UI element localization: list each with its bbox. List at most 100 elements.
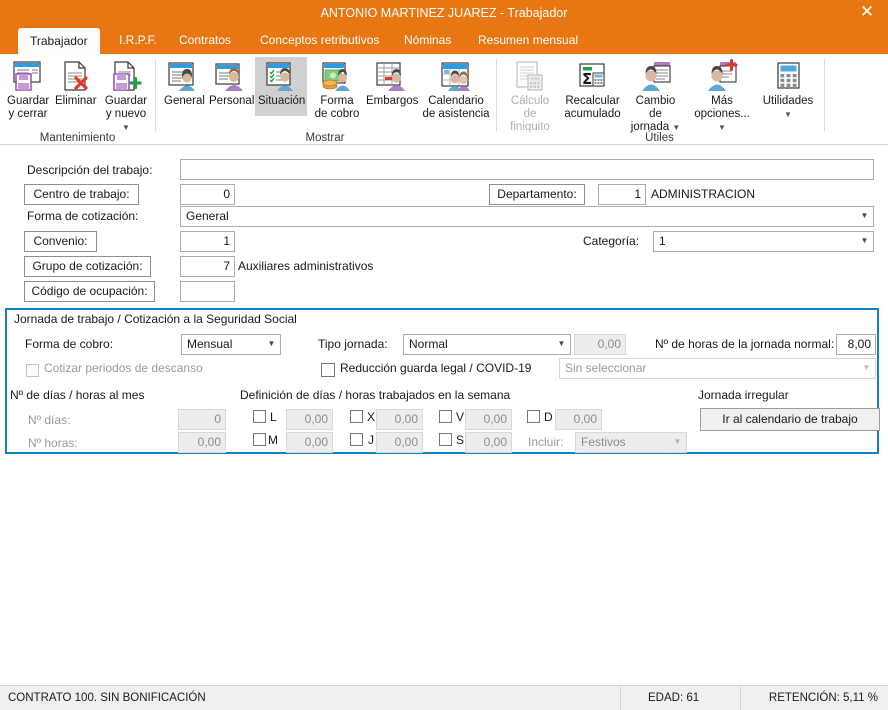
ribbon-label-line2: y nuevo ▼ — [99, 108, 153, 134]
tipo-jornada-select[interactable]: Normal ▼ — [403, 334, 571, 355]
status-contrato: CONTRATO 100. SIN BONIFICACIÓN — [8, 692, 206, 704]
reduccion-guarda-legal-checkbox[interactable] — [321, 363, 335, 377]
chevron-down-icon: ▼ — [862, 363, 871, 372]
dia-j-input: 0,00 — [376, 432, 423, 453]
forma-cobro-select[interactable]: Mensual ▼ — [181, 334, 281, 355]
settlement-calc-icon — [500, 57, 560, 95]
save-new-icon — [99, 57, 153, 95]
convenio-button[interactable]: Convenio: — [24, 231, 97, 252]
chevron-down-icon[interactable]: ▼ — [856, 207, 873, 226]
dia-s-checkbox[interactable] — [439, 433, 452, 446]
ribbon-label-text: opciones... — [694, 108, 750, 120]
dias-horas-mes-header: Nº de días / horas al mes — [10, 388, 145, 402]
cotizar-descanso-checkbox — [26, 364, 39, 377]
incluir-label: Incluir: — [528, 435, 564, 449]
ribbon-button-guardar-y-nuevo[interactable]: Guardar y nuevo ▼ — [99, 57, 153, 134]
dia-v-checkbox[interactable] — [439, 410, 452, 423]
codigo-ocupacion-input[interactable] — [180, 281, 235, 302]
departamento-input[interactable]: 1 — [598, 184, 646, 205]
cotizar-descanso-label: Cotizar periodos de descanso — [44, 361, 203, 375]
general-person-icon — [161, 57, 205, 95]
personal-person-icon — [206, 57, 253, 95]
ir-calendario-trabajo-button[interactable]: Ir al calendario de trabajo — [700, 408, 880, 431]
dia-d-checkbox[interactable] — [527, 410, 540, 423]
ribbon-button-cambio-jornada[interactable]: Cambio de jornada ▼ — [625, 57, 686, 134]
ribbon-button-mas-opciones[interactable]: Más opciones... ▼ — [687, 57, 757, 134]
dia-m-checkbox[interactable] — [253, 433, 266, 446]
close-icon[interactable]: ✕ — [850, 0, 884, 26]
chevron-down-icon[interactable]: ▼ — [784, 110, 792, 119]
tab-conceptos-retributivos[interactable]: Conceptos retributivos — [248, 26, 391, 54]
ribbon-group-label-mostrar: Mostrar — [305, 132, 345, 144]
centro-trabajo-input[interactable]: 0 — [180, 184, 235, 205]
tipo-jornada-label: Tipo jornada: — [318, 337, 388, 351]
dia-v-input: 0,00 — [465, 409, 512, 430]
codigo-ocupacion-button[interactable]: Código de ocupación: — [24, 281, 155, 302]
tab-resumen-mensual[interactable]: Resumen mensual — [466, 26, 590, 54]
ribbon-button-guardar-y-cerrar[interactable]: Guardar y cerrar — [4, 57, 52, 121]
horas-jornada-normal-label: Nº de horas de la jornada normal: — [655, 337, 835, 351]
ribbon-label-line1: Cálculo de — [510, 95, 550, 120]
incluir-value: Festivos — [581, 435, 626, 449]
tab-trabajador[interactable]: Trabajador — [18, 28, 100, 54]
categoria-select[interactable]: 1 ▼ — [653, 231, 874, 252]
tab-contratos[interactable]: Contratos — [167, 26, 243, 54]
departamento-name: ADMINISTRACION — [651, 187, 756, 201]
chevron-down-icon[interactable]: ▼ — [122, 123, 130, 132]
dia-s-input: 0,00 — [465, 432, 512, 453]
attendance-calendar-icon — [418, 57, 494, 95]
forma-cotizacion-select[interactable]: General ▼ — [180, 206, 874, 227]
jornada-panel-title: Jornada de trabajo / Cotización a la Seg… — [14, 312, 297, 326]
grupo-cotizacion-input[interactable]: 7 — [180, 256, 235, 277]
convenio-input[interactable]: 1 — [180, 231, 235, 252]
jornada-irregular-header: Jornada irregular — [698, 388, 789, 402]
n-horas-label: Nº horas: — [28, 436, 78, 450]
ribbon-button-embargos[interactable]: Embargos — [363, 57, 419, 108]
ribbon-button-general[interactable]: General — [161, 57, 205, 108]
grupo-cotizacion-name: Auxiliares administrativos — [238, 259, 374, 273]
sum-recalc-icon: Σ — [561, 57, 624, 95]
dia-l-label: L — [270, 410, 277, 424]
horas-jornada-normal-input[interactable]: 8,00 — [836, 334, 876, 355]
chevron-down-icon[interactable]: ▼ — [672, 123, 680, 132]
delete-document-icon — [52, 57, 98, 95]
dia-v-label: V — [456, 410, 465, 424]
dia-l-checkbox[interactable] — [253, 410, 266, 423]
chevron-down-icon[interactable]: ▼ — [553, 335, 570, 354]
ribbon-label-line2: jornada ▼ — [625, 121, 686, 134]
departamento-button[interactable]: Departamento: — [489, 184, 585, 205]
grupo-cotizacion-button[interactable]: Grupo de cotización: — [24, 256, 151, 277]
form-area: Descripción del trabajo: Centro de traba… — [0, 145, 888, 685]
calculator-icon — [757, 57, 819, 95]
ribbon-button-personal[interactable]: Personal — [206, 57, 254, 108]
tipo-jornada-number: 0,00 — [574, 334, 626, 355]
chevron-down-icon[interactable]: ▼ — [856, 232, 873, 251]
ribbon-label-line1: Calendario — [428, 95, 484, 107]
categoria-label: Categoría: — [583, 234, 640, 248]
ribbon-button-recalcular-acumulado[interactable]: Σ Recalcular acumulado — [561, 57, 624, 121]
dia-m-label: M — [268, 433, 278, 447]
ribbon-button-forma-de-cobro[interactable]: Forma de cobro — [310, 57, 364, 121]
ribbon-label-line1: Utilidades — [762, 95, 814, 107]
chevron-down-icon[interactable]: ▼ — [263, 335, 280, 354]
status-bar: CONTRATO 100. SIN BONIFICACIÓN EDAD: 61 … — [0, 685, 888, 710]
centro-trabajo-button[interactable]: Centro de trabajo: — [24, 184, 139, 205]
tab-irpf[interactable]: I.R.P.F. — [107, 26, 169, 54]
application-window: ANTONIO MARTINEZ JUAREZ - Trabajador ✕ T… — [0, 0, 888, 710]
ribbon-label-line1: Guardar — [7, 95, 50, 107]
ribbon-button-utilidades[interactable]: Utilidades ▼ — [757, 57, 819, 121]
ribbon-button-eliminar[interactable]: Eliminar — [52, 57, 98, 108]
status-divider — [620, 687, 621, 710]
ribbon-button-calendario-asistencia[interactable]: Calendario de asistencia — [418, 57, 494, 121]
categoria-value: 1 — [659, 234, 666, 248]
descripcion-input[interactable] — [180, 159, 874, 180]
tab-nominas[interactable]: Nóminas — [392, 26, 463, 54]
dia-x-checkbox[interactable] — [350, 410, 363, 423]
chevron-down-icon[interactable]: ▼ — [718, 123, 726, 132]
dia-j-checkbox[interactable] — [350, 433, 363, 446]
chevron-down-icon: ▼ — [673, 437, 682, 446]
ribbon-button-situacion[interactable]: Situación — [255, 57, 307, 116]
tipo-jornada-value: Normal — [409, 337, 448, 351]
ribbon-label-line2: ▼ — [757, 108, 819, 121]
ribbon-label-line2: finiquito — [510, 121, 550, 133]
